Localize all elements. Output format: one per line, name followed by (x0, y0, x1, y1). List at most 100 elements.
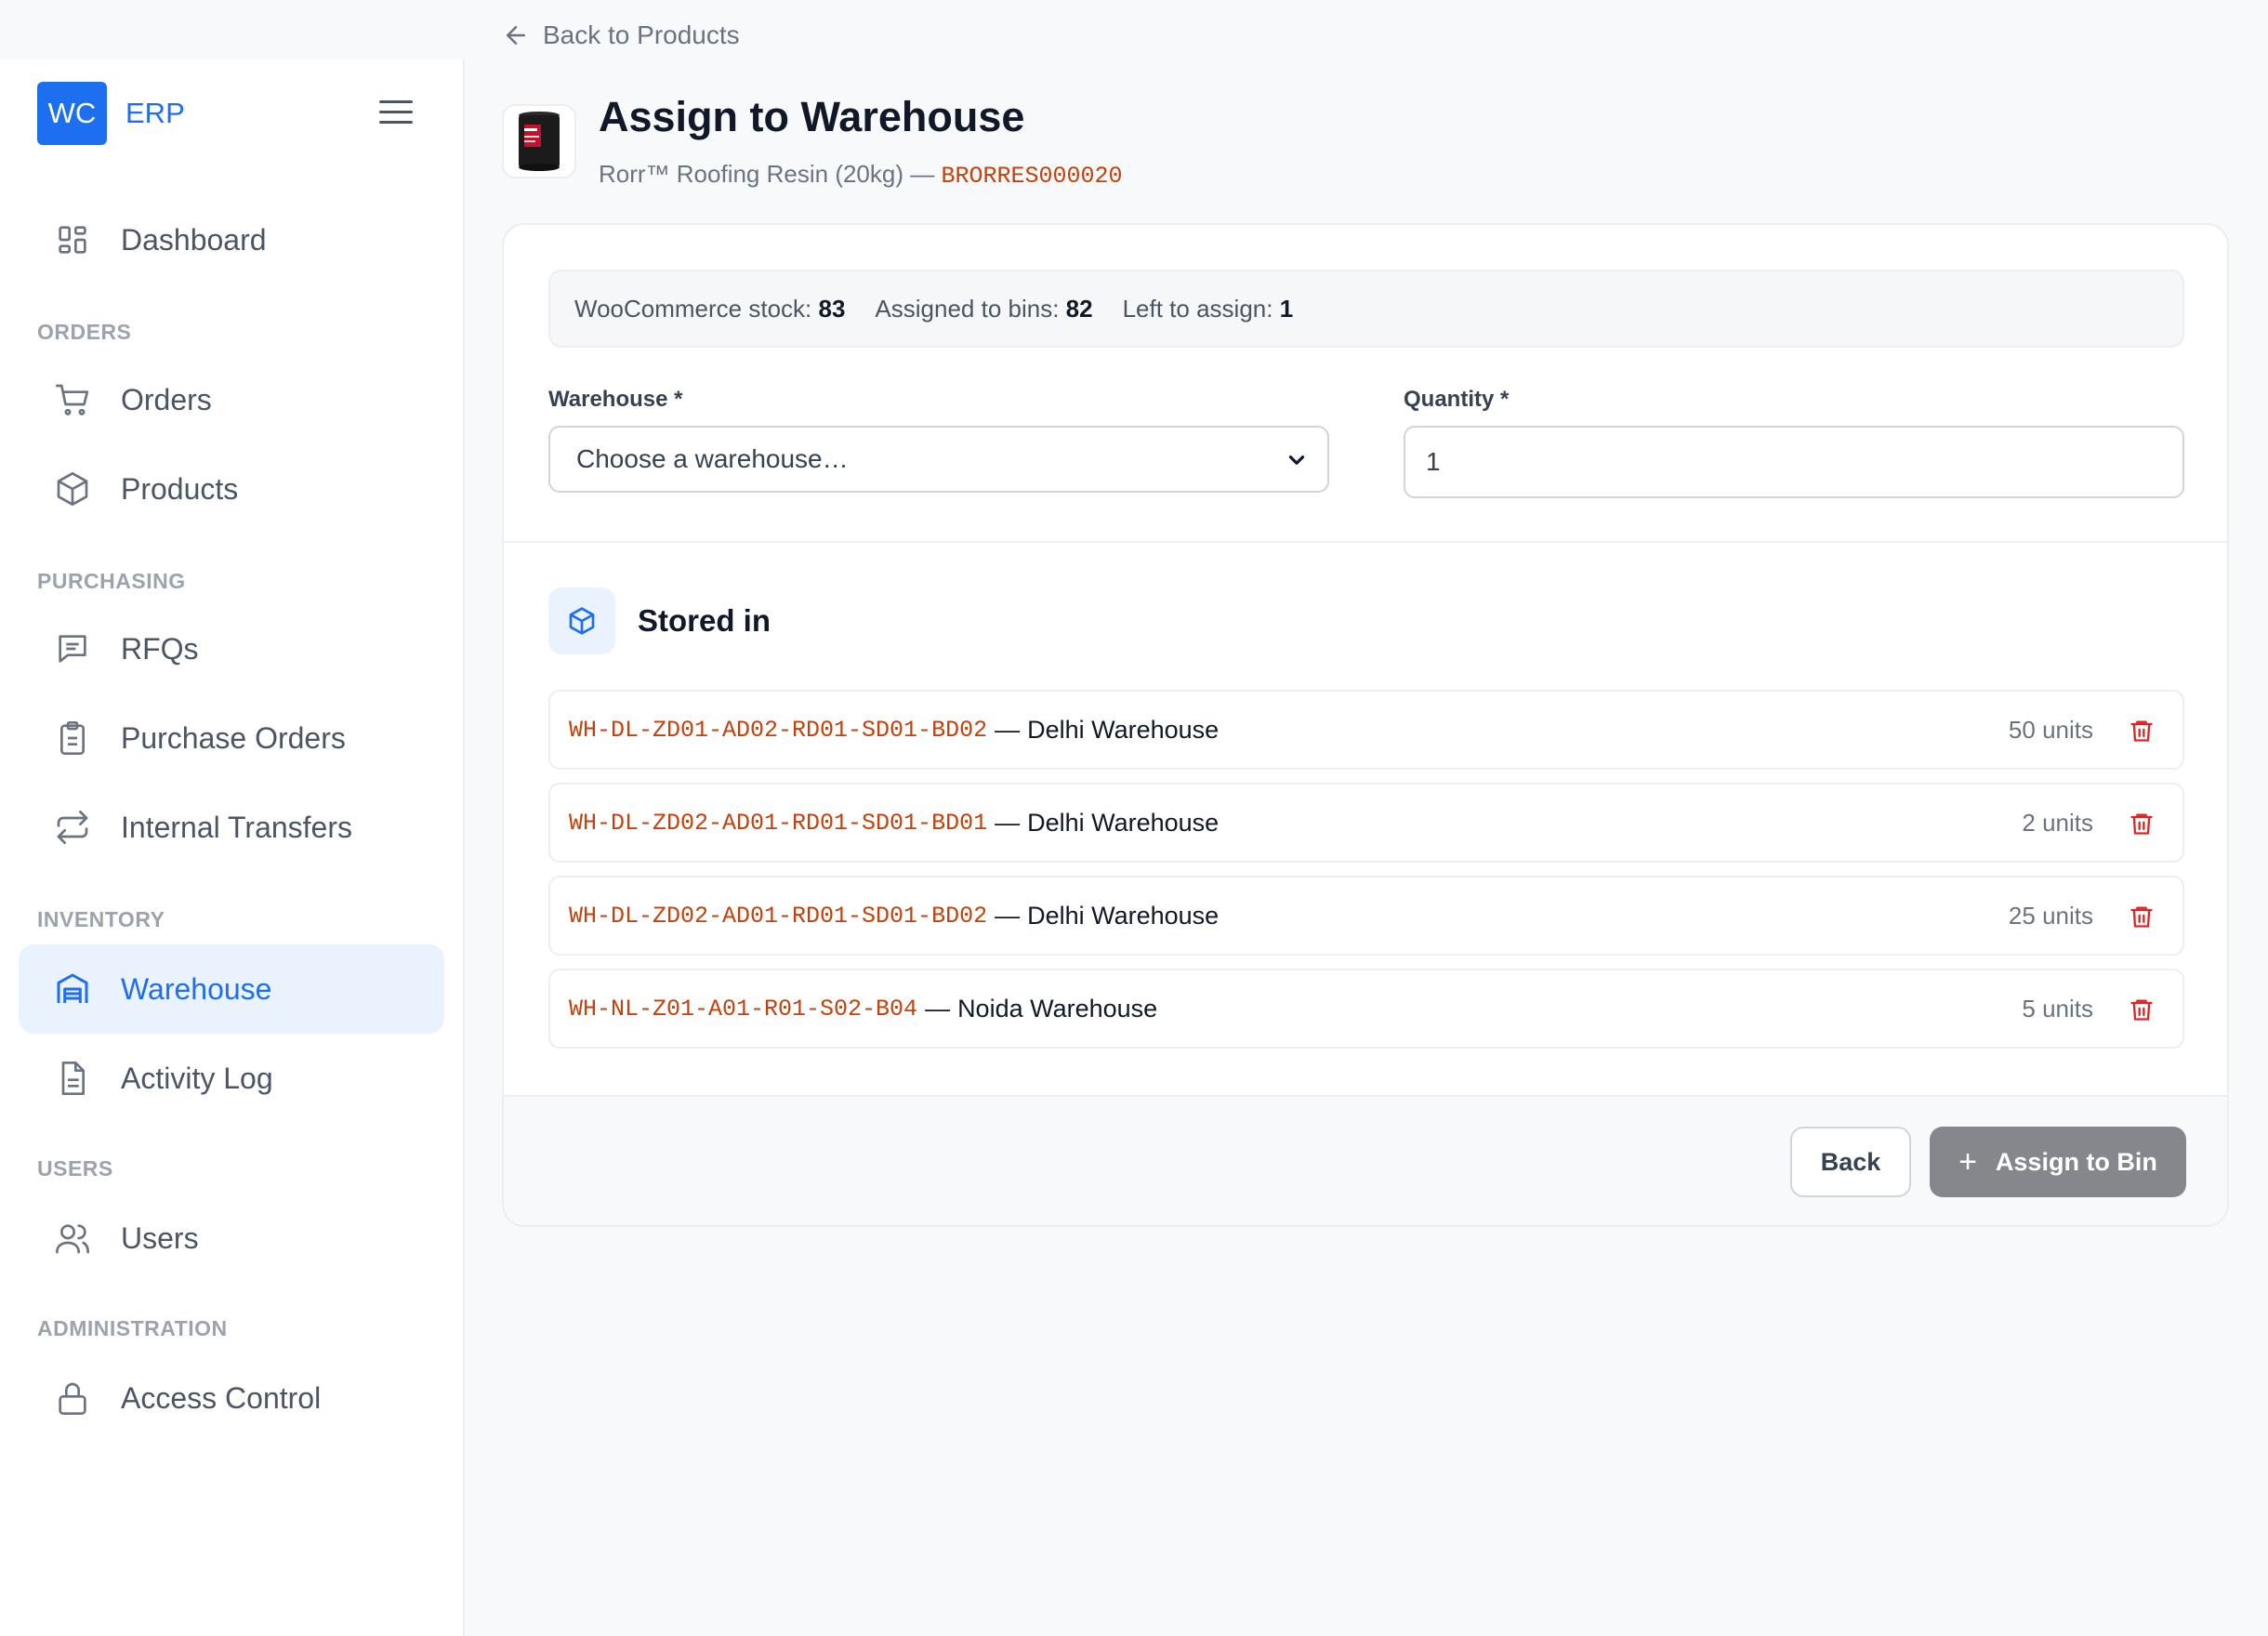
sidebar-item-internal-transfers[interactable]: Internal Transfers (19, 783, 444, 872)
assigned-to-bins-stat: Assigned to bins: 82 (875, 295, 1092, 323)
bin-code: WH-NL-Z01-A01-R01-S02-B04 (569, 995, 918, 1022)
users-icon (54, 1220, 91, 1257)
woocommerce-stock-label: WooCommerce stock: (574, 294, 812, 323)
product-sku: BRORRES000020 (941, 163, 1123, 190)
list-item: WH-DL-ZD02-AD01-RD01-SD01-BD01 — Delhi W… (548, 783, 2184, 863)
bin-warehouse: Delhi Warehouse (1027, 808, 1220, 837)
sidebar: WC ERP Dashboard ORDERS Orders Products … (0, 59, 465, 1636)
sidebar-item-activity-log[interactable]: Activity Log (19, 1034, 444, 1123)
product-subtitle: Rorr™ Roofing Resin (20kg) — BRORRES0000… (599, 160, 1123, 190)
warehouse-icon (54, 970, 91, 1008)
box-icon (548, 587, 615, 654)
section-label-administration: ADMINISTRATION (37, 1316, 228, 1340)
trash-icon[interactable] (2129, 811, 2155, 837)
bin-separator: — (925, 994, 951, 1022)
sidebar-item-warehouse[interactable]: Warehouse (19, 944, 444, 1034)
woocommerce-stock-value: 83 (818, 294, 846, 323)
bin-code: WH-DL-ZD02-AD01-RD01-SD01-BD01 (569, 809, 988, 837)
sidebar-item-access-control[interactable]: Access Control (19, 1353, 444, 1443)
stock-summary: WooCommerce stock: 83 Assigned to bins: … (548, 270, 2184, 348)
back-button[interactable]: Back (1790, 1127, 1911, 1197)
list-item: WH-DL-ZD01-AD02-RD01-SD01-BD02 — Delhi W… (548, 690, 2184, 770)
assigned-to-bins-value: 82 (1065, 294, 1093, 323)
bin-units: 25 units (2008, 901, 2093, 930)
sidebar-item-label: Activity Log (121, 1061, 273, 1095)
lock-icon (54, 1379, 91, 1417)
assigned-to-bins-label: Assigned to bins: (875, 294, 1060, 323)
clipboard-icon (54, 719, 91, 757)
left-to-assign-stat: Left to assign: 1 (1123, 295, 1294, 323)
cart-icon (54, 381, 91, 418)
back-to-products-label: Back to Products (543, 20, 740, 49)
sidebar-item-label: Access Control (121, 1380, 322, 1415)
list-item: WH-DL-ZD02-AD01-RD01-SD01-BD02 — Delhi W… (548, 876, 2184, 956)
dashboard-icon (54, 221, 91, 258)
bin-separator: — (995, 715, 1021, 744)
quantity-field-label: Quantity * (1404, 387, 1510, 412)
section-label-inventory: INVENTORY (37, 907, 165, 931)
transfer-icon (54, 809, 91, 846)
section-label-orders: ORDERS (37, 320, 132, 344)
hamburger-icon[interactable] (379, 100, 413, 126)
sidebar-item-label: Purchase Orders (121, 720, 346, 755)
bin-units: 50 units (2008, 715, 2093, 744)
bin-warehouse: Noida Warehouse (957, 994, 1158, 1022)
sidebar-item-rfqs[interactable]: RFQs (19, 604, 444, 693)
document-icon (54, 1060, 91, 1097)
woocommerce-stock-stat: WooCommerce stock: 83 (574, 295, 845, 323)
section-label-purchasing: PURCHASING (37, 569, 186, 593)
warehouse-select-value: Choose a warehouse… (576, 444, 849, 473)
warehouse-field-label: Warehouse * (548, 387, 683, 412)
bin-code: WH-DL-ZD01-AD02-RD01-SD01-BD02 (569, 716, 988, 744)
product-name: Rorr™ Roofing Resin (20kg) — (599, 160, 935, 188)
message-icon (54, 630, 91, 667)
arrow-left-icon (507, 26, 525, 45)
bin-warehouse: Delhi Warehouse (1027, 901, 1220, 930)
bin-code: WH-DL-ZD02-AD01-RD01-SD01-BD02 (569, 902, 988, 930)
sidebar-item-users[interactable]: Users (19, 1194, 444, 1283)
brand[interactable]: WC ERP (37, 82, 185, 145)
section-divider (504, 541, 2227, 543)
box-icon (54, 470, 91, 508)
stored-in-header: Stored in (548, 587, 771, 654)
sidebar-item-orders[interactable]: Orders (19, 355, 444, 444)
quantity-input[interactable]: 1 (1404, 426, 2184, 498)
page-title: Assign to Warehouse (599, 93, 1025, 140)
warehouse-select[interactable]: Choose a warehouse… (548, 426, 1329, 493)
product-thumbnail (502, 104, 576, 178)
bin-units: 2 units (2022, 808, 2093, 837)
bin-warehouse: Delhi Warehouse (1027, 715, 1220, 744)
resin-bucket-image (519, 112, 560, 171)
left-to-assign-label: Left to assign: (1122, 294, 1273, 323)
trash-icon[interactable] (2129, 718, 2155, 744)
chevron-down-icon (1288, 455, 1305, 465)
bin-separator: — (995, 901, 1021, 930)
card-footer: Back + Assign to Bin (504, 1095, 2227, 1225)
assign-card: WooCommerce stock: 83 Assigned to bins: … (502, 223, 2229, 1227)
brand-name: ERP (125, 97, 185, 129)
sidebar-item-purchase-orders[interactable]: Purchase Orders (19, 693, 444, 783)
assign-to-bin-label: Assign to Bin (1995, 1147, 2157, 1176)
assign-to-bin-button[interactable]: + Assign to Bin (1930, 1127, 2186, 1197)
sidebar-item-label: RFQs (121, 631, 199, 666)
sidebar-item-products[interactable]: Products (19, 444, 444, 534)
sidebar-item-label: Users (121, 1220, 199, 1255)
sidebar-item-label: Products (121, 471, 239, 506)
left-to-assign-value: 1 (1279, 294, 1294, 323)
brand-logo: WC (37, 82, 107, 145)
sidebar-item-label: Warehouse (121, 971, 272, 1006)
section-label-users: USERS (37, 1156, 113, 1181)
sidebar-item-label: Orders (121, 382, 212, 416)
trash-icon[interactable] (2129, 996, 2155, 1022)
bin-separator: — (995, 808, 1021, 837)
plus-icon: + (1958, 1143, 1977, 1180)
sidebar-item-label: Dashboard (121, 222, 267, 257)
bin-units: 5 units (2022, 994, 2093, 1022)
back-to-products-link[interactable]: Back to Products (502, 20, 740, 50)
sidebar-item-dashboard[interactable]: Dashboard (19, 195, 444, 284)
trash-icon[interactable] (2129, 904, 2155, 930)
sidebar-item-label: Internal Transfers (121, 810, 352, 844)
quantity-input-value: 1 (1426, 447, 1441, 476)
stored-in-title: Stored in (638, 603, 771, 638)
list-item: WH-NL-Z01-A01-R01-S02-B04 — Noida Wareho… (548, 969, 2184, 1049)
